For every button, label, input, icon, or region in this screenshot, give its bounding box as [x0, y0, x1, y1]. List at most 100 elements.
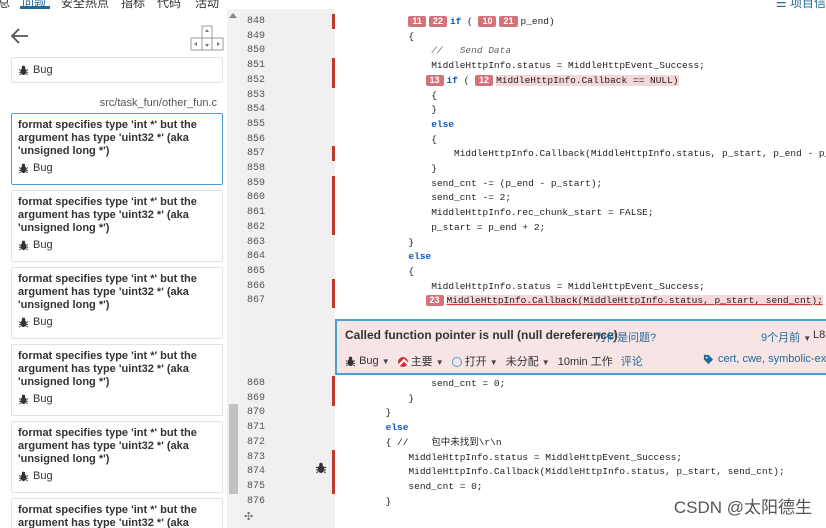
code-line: 861 MiddleHttpInfo.rec_chunk_start = FAL…: [240, 205, 826, 221]
code-text: send_cnt = 0;: [340, 378, 506, 389]
code-text: }: [340, 392, 415, 404]
line-number[interactable]: 859: [240, 176, 265, 191]
tab-code[interactable]: 代码: [157, 0, 181, 9]
issue-location-badge[interactable]: 12: [475, 74, 494, 86]
issue-type: Bug: [33, 316, 53, 328]
code-line: 852 13 if ( 12 MiddleHttpInfo.Callback == …: [240, 72, 826, 88]
line-number[interactable]: 872: [240, 435, 265, 450]
project-info-link[interactable]: ☰ 项目信: [776, 0, 826, 9]
line-number[interactable]: 853: [240, 88, 265, 103]
bug-icon: [18, 394, 29, 404]
bug-icon: [18, 163, 29, 173]
severity-dropdown[interactable]: 主要 ▼: [397, 353, 444, 369]
why-is-this-an-issue-link[interactable]: 为何是问题?: [595, 329, 656, 345]
issue-card[interactable]: format specifies type 'int *' but the ar…: [11, 190, 223, 262]
coverage-marker: [332, 293, 335, 309]
line-number[interactable]: 850: [240, 43, 265, 58]
issue-detail-box[interactable]: Called function pointer is null (null de…: [335, 319, 826, 375]
code-text: send_cnt -= (p_end - p_start);: [340, 177, 603, 189]
line-number[interactable]: 857: [240, 146, 265, 161]
tab-security-hotspots[interactable]: 安全热点: [61, 0, 109, 9]
keyboard-navigation-icon: [190, 25, 224, 51]
line-number[interactable]: 870: [240, 405, 265, 420]
line-number[interactable]: 855: [240, 117, 265, 132]
line-number[interactable]: 867: [240, 293, 265, 308]
issue-card[interactable]: format specifies type 'int *' but the ar…: [11, 421, 223, 493]
line-number[interactable]: 874: [240, 464, 265, 479]
line-number[interactable]: 864: [240, 249, 265, 264]
major-severity-icon: [397, 357, 408, 368]
left-panel-scrollbar[interactable]: [227, 9, 240, 528]
tab-activity[interactable]: 活动: [195, 0, 219, 9]
issue-age-link[interactable]: 9个月前 ▼: [761, 329, 811, 345]
tab-measures[interactable]: 指标: [121, 0, 145, 9]
scrollbar-thumb[interactable]: [229, 404, 238, 494]
line-number[interactable]: 875: [240, 479, 265, 494]
issue-card[interactable]: format specifies type 'int *' but the ar…: [11, 498, 223, 528]
issue-card[interactable]: Bug: [11, 57, 223, 83]
list-icon: ☰: [775, 0, 790, 9]
bug-icon: [18, 65, 29, 75]
line-number[interactable]: 876: [240, 494, 265, 509]
back-arrow-icon[interactable]: [9, 25, 31, 47]
tags-dropdown[interactable]: cert, cwe, symbolic-execu: [703, 353, 826, 365]
line-number[interactable]: 865: [240, 264, 265, 279]
code-line: 869 }: [240, 390, 826, 406]
project-info-label: 项目信: [789, 0, 826, 9]
issue-card[interactable]: format specifies type 'int *' but the ar…: [11, 267, 223, 339]
line-number[interactable]: 856: [240, 132, 265, 147]
issue-type-dropdown[interactable]: Bug ▼: [345, 355, 390, 367]
line-number[interactable]: 868: [240, 376, 265, 391]
assignee-dropdown[interactable]: 未分配 ▼: [506, 353, 550, 369]
coverage-marker: [332, 14, 335, 29]
line-number[interactable]: 860: [240, 190, 265, 205]
code-line: 863 }: [240, 235, 826, 250]
code-line: 866 MiddleHttpInfo.status = MiddleHttpEv…: [240, 278, 826, 294]
code-text: { // 包中未找到\r\n: [340, 436, 502, 448]
line-number[interactable]: 866: [240, 279, 265, 294]
code-line: 855 else: [240, 117, 826, 132]
status-dropdown[interactable]: 打开 ▼: [451, 353, 498, 369]
line-number[interactable]: 871: [240, 420, 265, 435]
tab-overview[interactable]: 总: [0, 0, 10, 9]
issue-type: Bug: [33, 64, 53, 76]
issue-message: format specifies type 'int *' but the ar…: [18, 119, 197, 157]
issue-location-badge[interactable]: 23: [425, 295, 444, 307]
issue-location-badge[interactable]: 21: [499, 16, 518, 27]
file-path: src/task_fun/other_fun.c: [99, 97, 217, 109]
line-number[interactable]: 863: [240, 235, 265, 250]
line-number[interactable]: 848: [240, 14, 265, 29]
issue-location-badge[interactable]: 11: [408, 16, 426, 27]
issue-card-selected[interactable]: format specifies type 'int *' but the ar…: [11, 113, 223, 185]
scroll-up-arrow-icon[interactable]: [229, 13, 237, 18]
line-number[interactable]: 852: [240, 73, 265, 88]
code-line: 867 23 MiddleHttpInfo.Callback(MiddleHttp…: [240, 293, 826, 309]
issue-card[interactable]: format specifies type 'int *' but the ar…: [11, 344, 223, 416]
coverage-marker: [332, 190, 335, 206]
effort-link[interactable]: 10min 工作: [558, 353, 613, 369]
code-line: 850 // Send Data: [240, 43, 826, 58]
line-number[interactable]: 854: [240, 102, 265, 117]
move-handle-icon[interactable]: ✣: [244, 510, 253, 523]
issue-location-badge[interactable]: 13: [425, 74, 444, 86]
issue-type: Bug: [33, 162, 53, 174]
line-number[interactable]: 862: [240, 220, 265, 235]
issue-message: format specifies type 'int *' but the ar…: [18, 504, 197, 528]
issue-title[interactable]: Called function pointer is null (null de…: [345, 328, 618, 342]
issue-location-badge[interactable]: 10: [478, 16, 497, 27]
issue-location-badge[interactable]: 22: [428, 16, 447, 27]
code-line: 853 {: [240, 88, 826, 103]
code-line: 857 MiddleHttpInfo.Callback(MiddleHttpIn…: [240, 146, 826, 162]
code-line: 851 MiddleHttpInfo.status = MiddleHttpEv…: [240, 58, 826, 74]
code-text: }: [340, 407, 392, 419]
line-number[interactable]: 873: [240, 450, 265, 465]
comment-link[interactable]: 评论: [621, 353, 643, 369]
code-text: else: [408, 251, 432, 263]
line-number[interactable]: 851: [240, 58, 265, 73]
code-line: 872 { // 包中未找到\r\n: [240, 435, 826, 450]
code-text: 23 MiddleHttpInfo.Callback(MiddleHttpInfo…: [340, 293, 823, 308]
line-number[interactable]: 849: [240, 29, 265, 44]
line-number[interactable]: 869: [240, 391, 265, 406]
line-number[interactable]: 861: [240, 205, 265, 220]
line-number[interactable]: 858: [240, 161, 265, 176]
